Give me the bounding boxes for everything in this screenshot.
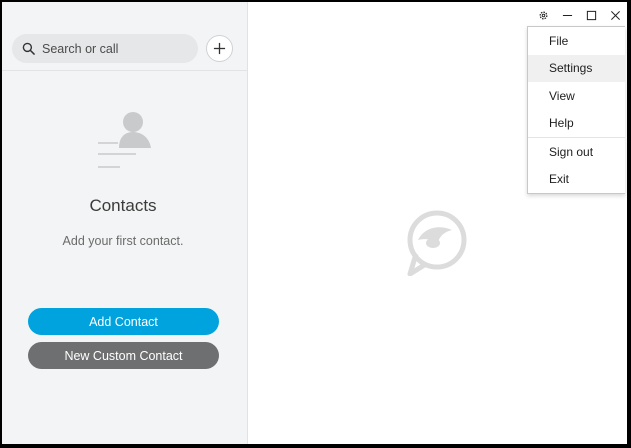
search-input[interactable]: Search or call — [12, 34, 198, 63]
minimize-icon — [562, 14, 572, 16]
search-icon — [22, 42, 35, 55]
close-button[interactable] — [603, 2, 627, 28]
app-logo-icon — [407, 210, 467, 276]
search-placeholder: Search or call — [42, 41, 119, 56]
menu-item-view[interactable]: View — [528, 82, 625, 110]
maximize-icon — [586, 10, 596, 20]
maximize-button[interactable] — [579, 2, 603, 28]
new-custom-contact-button[interactable]: New Custom Contact — [28, 342, 219, 369]
empty-state-subtitle: Add your first contact. — [62, 234, 184, 248]
menu-item-exit[interactable]: Exit — [528, 166, 625, 194]
add-button[interactable] — [206, 35, 233, 62]
empty-state-title: Contacts — [89, 196, 157, 215]
divider — [2, 70, 248, 71]
close-icon — [610, 10, 620, 20]
menu-item-file[interactable]: File — [528, 27, 625, 55]
gear-icon — [539, 11, 547, 19]
add-contact-button[interactable]: Add Contact — [28, 308, 219, 335]
minimize-button[interactable] — [555, 2, 579, 28]
sidebar: Search or call Contacts Add your first c… — [2, 2, 248, 444]
plus-icon — [213, 42, 226, 55]
contacts-illustration-icon — [98, 112, 151, 168]
menu-item-sign-out[interactable]: Sign out — [528, 138, 625, 166]
menu-item-help[interactable]: Help — [528, 110, 625, 138]
menu-item-settings[interactable]: Settings — [528, 54, 625, 82]
settings-dropdown-menu: File Settings View Help Sign out Exit — [527, 26, 625, 194]
titlebar-controls — [531, 2, 627, 28]
settings-button[interactable] — [531, 2, 555, 28]
